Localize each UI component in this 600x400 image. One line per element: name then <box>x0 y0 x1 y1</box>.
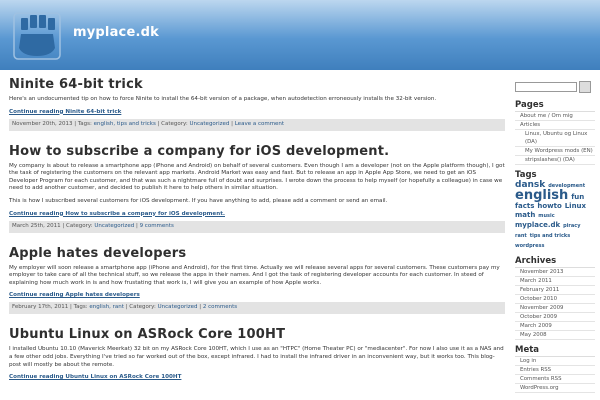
pages-widget-title: Pages <box>515 100 544 110</box>
post-body: My company is about to release a smartph… <box>9 163 505 206</box>
meta-widget-title: Meta <box>515 345 540 355</box>
meta-separator: | Tags: <box>68 304 90 311</box>
archive-link[interactable]: October 2010 <box>515 295 595 304</box>
archive-link[interactable]: November 2009 <box>515 304 595 313</box>
meta-list: Log in Entries RSS Comments RSS WordPress.o… <box>515 356 595 393</box>
post-meta: November 20th, 2013 | Tags: english, tip… <box>9 118 505 131</box>
post: Ninite 64-bit trick Here's an undocumente… <box>9 77 505 131</box>
post-meta: March 25th, 2011 | Category: Uncategoriz… <box>9 220 505 233</box>
post-date: March 25th, 2011 <box>12 222 61 229</box>
archive-link[interactable]: March 2009 <box>515 322 595 331</box>
archive-link[interactable]: May 2008 <box>515 331 595 340</box>
post-body: I installed Ubuntu 10.10 (Maverick Meerk… <box>9 346 505 369</box>
archives-list: November 2013 March 2011 February 2011 Octo… <box>515 267 595 340</box>
sidebar-page-link[interactable]: My Wordpress mods (EN) <box>515 147 595 156</box>
continue-reading-link[interactable]: Continue reading Ninite 64-bit trick <box>9 109 505 115</box>
post-category-link[interactable]: Uncategorized <box>94 223 134 229</box>
post-comments-link[interactable]: 9 comments <box>140 223 174 229</box>
tag-link[interactable]: rant <box>515 233 527 239</box>
tag-link[interactable]: Linux <box>565 202 586 210</box>
continue-reading-link[interactable]: Continue reading Ubuntu Linux on ASRock … <box>9 374 505 380</box>
post-paragraph: Here's an undocumented tip on how to for… <box>9 96 437 102</box>
search-button[interactable] <box>579 80 591 93</box>
site-header: myplace.dk <box>0 0 600 70</box>
post-paragraph: This is how I subscribed several custome… <box>9 197 388 204</box>
post-title[interactable]: Apple hates developers <box>9 246 505 262</box>
tag-link[interactable]: fun <box>571 193 584 201</box>
tag-link[interactable]: tips and tricks <box>530 233 571 239</box>
site-title[interactable]: myplace.dk <box>73 25 159 40</box>
post-title[interactable]: Ninite 64-bit trick <box>9 77 505 93</box>
post-tags-link[interactable]: english, tips and tricks <box>94 121 156 127</box>
meta-separator: | Category: <box>123 304 158 311</box>
post-meta: February 17th, 2011 | Tags: english, ran… <box>9 302 505 315</box>
sidebar: Pages About me / Om mig Articles Linux, Ub… <box>515 76 595 393</box>
post: Apple hates developers My employer will s… <box>9 246 505 315</box>
search-input[interactable] <box>515 81 577 92</box>
post-comments-link[interactable]: Leave a comment <box>235 121 284 127</box>
post-date: February 17th, 2011 <box>12 304 69 311</box>
sidebar-page-link[interactable]: stripslashes() (DA) <box>515 156 595 165</box>
meta-link[interactable]: WordPress.org <box>515 384 595 393</box>
post-tags-link[interactable]: english, rant <box>89 304 124 310</box>
continue-reading-link[interactable]: Continue reading How to subscribe a comp… <box>9 211 505 217</box>
post: How to subscribe a company for iOS devel… <box>9 144 505 233</box>
tag-link[interactable]: english <box>515 188 568 203</box>
post-category-link[interactable]: Uncategorized <box>190 121 230 127</box>
tag-link[interactable]: math <box>515 211 535 219</box>
post-comments-link[interactable]: 2 comments <box>203 304 237 310</box>
post-title[interactable]: Ubuntu Linux on ASRock Core 100HT <box>9 327 505 343</box>
meta-separator: | Tags: <box>72 120 94 127</box>
archive-link[interactable]: November 2013 <box>515 268 595 277</box>
post-category-link[interactable]: Uncategorized <box>158 304 198 310</box>
archive-link[interactable]: October 2009 <box>515 313 595 322</box>
meta-link[interactable]: Comments RSS <box>515 375 595 384</box>
post-title[interactable]: How to subscribe a company for iOS devel… <box>9 144 505 160</box>
post-paragraph: My company is about to release a smartph… <box>9 162 505 192</box>
tag-link[interactable]: piracy <box>563 223 580 229</box>
tag-link[interactable]: music <box>538 213 554 219</box>
sidebar-page-link[interactable]: Articles <box>515 121 595 130</box>
search-form <box>515 76 595 95</box>
meta-separator: | Category: <box>60 222 95 229</box>
post-date: November 20th, 2013 <box>12 120 73 127</box>
paw-logo-icon[interactable] <box>13 12 61 60</box>
meta-separator: | Category: <box>155 120 190 127</box>
archive-link[interactable]: March 2011 <box>515 277 595 286</box>
meta-link[interactable]: Entries RSS <box>515 366 595 375</box>
tag-cloud: dansk development english fun facts howt… <box>515 181 595 251</box>
post-paragraph: I installed Ubuntu 10.10 (Maverick Meerk… <box>9 346 504 368</box>
sidebar-page-link[interactable]: Linux, Ubuntu og Linux (DA) <box>515 130 595 147</box>
post-body: Here's an undocumented tip on how to for… <box>9 96 505 104</box>
tag-link[interactable]: facts <box>515 202 534 210</box>
continue-reading-link[interactable]: Continue reading Apple hates developers <box>9 292 505 298</box>
post-paragraph: My employer will soon release a smartpho… <box>9 264 500 286</box>
post-body: My employer will soon release a smartpho… <box>9 265 505 288</box>
pages-list: About me / Om mig Articles Linux, Ubuntu o… <box>515 111 595 165</box>
post: Ubuntu Linux on ASRock Core 100HT I insta… <box>9 327 505 380</box>
meta-link[interactable]: Log in <box>515 357 595 366</box>
tag-link[interactable]: howto <box>537 202 561 210</box>
sidebar-page-link[interactable]: About me / Om mig <box>515 112 595 121</box>
tag-link[interactable]: wordpress <box>515 243 545 249</box>
tag-link[interactable]: myplace.dk <box>515 221 560 229</box>
archives-widget-title: Archives <box>515 256 557 266</box>
archive-link[interactable]: February 2011 <box>515 286 595 295</box>
post-list: Ninite 64-bit trick Here's an undocumente… <box>9 77 505 400</box>
